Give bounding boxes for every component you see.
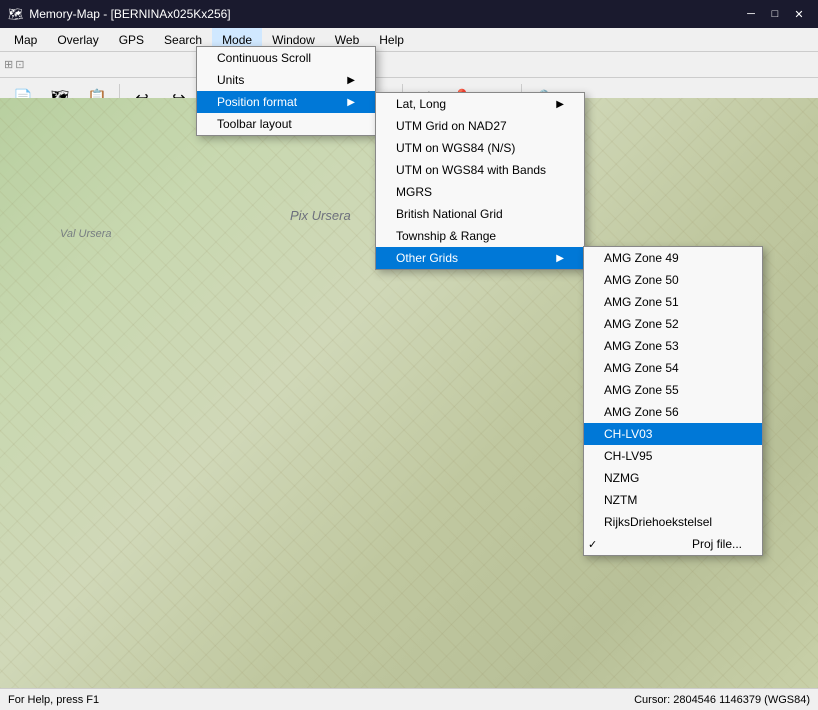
posformat-arrow: ▶: [347, 97, 355, 108]
og-projfile[interactable]: ✓ Proj file...: [584, 533, 762, 555]
og-amg54[interactable]: AMG Zone 54: [584, 357, 762, 379]
posformat-menu: Lat, Long ▶ UTM Grid on NAD27 UTM on WGS…: [375, 92, 585, 270]
pf-utm-wgs84-bands[interactable]: UTM on WGS84 with Bands: [376, 159, 584, 181]
amg55-label: AMG Zone 55: [604, 383, 679, 397]
amg51-label: AMG Zone 51: [604, 295, 679, 309]
chlv03-label: CH-LV03: [604, 427, 652, 441]
og-amg51[interactable]: AMG Zone 51: [584, 291, 762, 313]
lat-long-label: Lat, Long: [396, 97, 446, 111]
units-label: Units: [217, 73, 244, 87]
title-controls[interactable]: ─ □ ✕: [740, 5, 810, 23]
og-rijks[interactable]: RijksDriehoekstelsel: [584, 511, 762, 533]
og-amg56[interactable]: AMG Zone 56: [584, 401, 762, 423]
position-format-label: Position format: [217, 95, 297, 109]
pf-utm-nad27[interactable]: UTM Grid on NAD27: [376, 115, 584, 137]
mode-units[interactable]: Units ▶: [197, 69, 375, 91]
amg54-label: AMG Zone 54: [604, 361, 679, 375]
units-arrow: ▶: [347, 75, 355, 86]
amg53-label: AMG Zone 53: [604, 339, 679, 353]
pf-other-grids[interactable]: Other Grids ▶: [376, 247, 584, 269]
og-chlv03[interactable]: CH-LV03: [584, 423, 762, 445]
amg52-label: AMG Zone 52: [604, 317, 679, 331]
og-amg53[interactable]: AMG Zone 53: [584, 335, 762, 357]
og-nzmg[interactable]: NZMG: [584, 467, 762, 489]
og-amg49[interactable]: AMG Zone 49: [584, 247, 762, 269]
og-amg50[interactable]: AMG Zone 50: [584, 269, 762, 291]
other-grids-label: Other Grids: [396, 251, 458, 265]
titlebar: 🗺 Memory-Map - [BERNINAx025Kx256] ─ □ ✕: [0, 0, 818, 28]
mode-continuous-scroll[interactable]: Continuous Scroll: [197, 47, 375, 69]
menubar: Map Overlay GPS Search Mode Window Web H…: [0, 28, 818, 52]
pf-utm-wgs84-ns[interactable]: UTM on WGS84 (N/S): [376, 137, 584, 159]
statusbar: For Help, press F1 Cursor: 2804546 11463…: [0, 688, 818, 710]
minimize-button[interactable]: ─: [740, 5, 762, 23]
resize-indicator2: ⊡: [15, 58, 24, 71]
app-icon: 🗺: [8, 7, 23, 21]
amg49-label: AMG Zone 49: [604, 251, 679, 265]
map-label-pix: Pix Ursera: [290, 208, 351, 223]
utm-nad27-label: UTM Grid on NAD27: [396, 119, 507, 133]
othergrids-menu: AMG Zone 49 AMG Zone 50 AMG Zone 51 AMG …: [583, 246, 763, 556]
other-grids-arrow: ▶: [556, 253, 564, 264]
nztm-label: NZTM: [604, 493, 637, 507]
status-help: For Help, press F1: [8, 694, 99, 706]
status-cursor: Cursor: 2804546 1146379 (WGS84): [634, 694, 810, 706]
mode-position-format[interactable]: Position format ▶: [197, 91, 375, 113]
resize-indicator: ⊞: [4, 58, 13, 71]
menu-overlay[interactable]: Overlay: [47, 28, 108, 51]
pf-bng[interactable]: British National Grid: [376, 203, 584, 225]
toolbar-layout-label: Toolbar layout: [217, 117, 292, 131]
nzmg-label: NZMG: [604, 471, 639, 485]
lat-long-arrow: ▶: [556, 99, 564, 110]
menu-gps[interactable]: GPS: [109, 28, 154, 51]
continuous-scroll-label: Continuous Scroll: [217, 51, 311, 65]
og-amg55[interactable]: AMG Zone 55: [584, 379, 762, 401]
og-nztm[interactable]: NZTM: [584, 489, 762, 511]
pf-township[interactable]: Township & Range: [376, 225, 584, 247]
amg56-label: AMG Zone 56: [604, 405, 679, 419]
mode-toolbar-layout[interactable]: Toolbar layout: [197, 113, 375, 135]
mgrs-label: MGRS: [396, 185, 432, 199]
menu-map[interactable]: Map: [4, 28, 47, 51]
bng-label: British National Grid: [396, 207, 503, 221]
pf-lat-long[interactable]: Lat, Long ▶: [376, 93, 584, 115]
map-label-val: Val Ursera: [60, 228, 112, 240]
pf-mgrs[interactable]: MGRS: [376, 181, 584, 203]
chlv95-label: CH-LV95: [604, 449, 652, 463]
rijks-label: RijksDriehoekstelsel: [604, 515, 712, 529]
projfile-checkmark: ✓: [588, 538, 602, 551]
amg50-label: AMG Zone 50: [604, 273, 679, 287]
township-label: Township & Range: [396, 229, 496, 243]
og-amg52[interactable]: AMG Zone 52: [584, 313, 762, 335]
app-title: Memory-Map - [BERNINAx025Kx256]: [29, 7, 230, 21]
title-left: 🗺 Memory-Map - [BERNINAx025Kx256]: [8, 7, 231, 21]
close-button[interactable]: ✕: [788, 5, 810, 23]
projfile-label: Proj file...: [692, 537, 742, 551]
maximize-button[interactable]: □: [764, 5, 786, 23]
mode-menu: Continuous Scroll Units ▶ Position forma…: [196, 46, 376, 136]
toolbar2: ⊞ ⊡: [0, 52, 818, 78]
utm-wgs84-bands-label: UTM on WGS84 with Bands: [396, 163, 546, 177]
og-chlv95[interactable]: CH-LV95: [584, 445, 762, 467]
utm-wgs84-ns-label: UTM on WGS84 (N/S): [396, 141, 515, 155]
